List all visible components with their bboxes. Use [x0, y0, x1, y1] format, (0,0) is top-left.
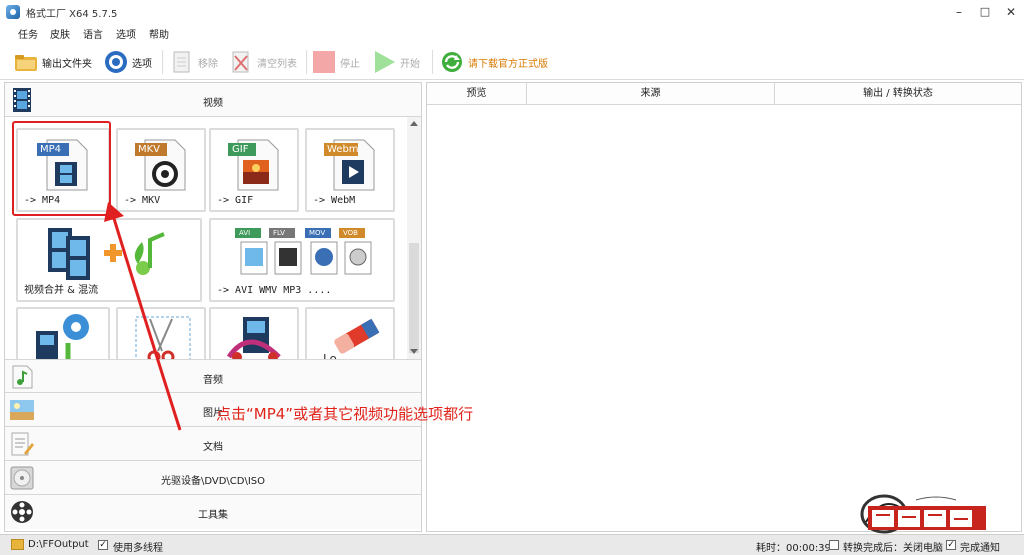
- output-path[interactable]: D:\FFOutput: [28, 539, 89, 550]
- remove-button[interactable]: 移除: [170, 48, 218, 76]
- tile-to-webm[interactable]: Webm -> WebM: [305, 128, 395, 212]
- format-badge-flv: FLV: [273, 229, 285, 237]
- output-folder-button[interactable]: 输出文件夹: [14, 48, 92, 76]
- tile-video-split[interactable]: [209, 307, 299, 359]
- status-bar: D:\FFOutput ✓ 使用多线程 耗时：00:00:39 转换完成后：关闭…: [0, 534, 1024, 555]
- format-badge-mov: MOV: [309, 229, 326, 237]
- start-button[interactable]: 开始: [372, 48, 420, 76]
- notify-checkbox[interactable]: ✓: [946, 540, 956, 550]
- shutdown-after-label: 转换完成后：关闭电脑: [843, 543, 943, 554]
- clear-list-button[interactable]: 清空列表: [229, 48, 297, 76]
- multithread-label: 使用多线程: [113, 543, 163, 554]
- video-audio-icon: [36, 314, 89, 359]
- scroll-down-arrow-icon[interactable]: [410, 349, 418, 354]
- toolbar: 输出文件夹 选项 移除 清空列表 停止 开始 请下载官方正式版: [0, 44, 1024, 80]
- video-grid-scrollbar[interactable]: [407, 117, 421, 359]
- title-bar: 格式工厂 X64 5.7.5 – □ ✕: [0, 0, 1024, 24]
- tile-audio-video-mux[interactable]: [16, 307, 110, 359]
- play-icon: [372, 50, 396, 74]
- tile-badge: Webm: [327, 144, 359, 155]
- toolbar-divider: [162, 50, 163, 74]
- notify-label: 完成通知: [960, 543, 1000, 554]
- scroll-up-arrow-icon[interactable]: [410, 121, 418, 126]
- annotation-text: 点击“MP4”或者其它视频功能选项都行: [216, 405, 474, 423]
- elapsed-time: 耗时：00:00:39: [756, 543, 831, 554]
- task-list-panel: 预览 来源 输出 / 转换状态: [426, 82, 1022, 532]
- toolbar-divider: [432, 50, 433, 74]
- category-document-header[interactable]: 文档: [5, 427, 421, 461]
- tile-to-gif[interactable]: GIF -> GIF: [209, 128, 299, 212]
- tile-badge: GIF: [232, 144, 249, 155]
- svg-text:Lo: Lo: [323, 352, 337, 359]
- clear-list-icon: [229, 50, 253, 74]
- column-source[interactable]: 来源: [527, 83, 775, 105]
- category-audio-header[interactable]: 音频: [5, 359, 421, 393]
- folder-icon: [14, 50, 38, 74]
- menu-bar: 任务 皮肤 语言 选项 帮助: [0, 24, 1024, 42]
- download-official-link[interactable]: 请下载官方正式版: [440, 48, 548, 76]
- scrollbar-thumb[interactable]: [409, 243, 419, 353]
- mp4-highlight-box: [12, 121, 111, 216]
- video-cut-icon: [226, 317, 281, 359]
- annotation-arrow: [104, 202, 182, 431]
- tile-to-avi-wmv[interactable]: AVI FLV MOV VOB -> AVI WMV MP3 ....: [209, 218, 395, 302]
- watermark-seal-logo: [860, 494, 986, 534]
- window-title: 格式工厂 X64 5.7.5: [26, 9, 118, 20]
- multi-format-icon: [235, 228, 372, 275]
- output-folder-icon: [11, 539, 24, 550]
- settings-icon: [104, 50, 128, 74]
- menu-task[interactable]: 任务: [18, 26, 38, 41]
- close-button[interactable]: ✕: [996, 3, 1024, 21]
- format-badge-avi: AVI: [239, 229, 251, 237]
- document-remove-icon: [170, 50, 194, 74]
- category-video-header[interactable]: 视频: [5, 83, 421, 117]
- menu-help[interactable]: 帮助: [149, 26, 169, 41]
- stop-icon: [312, 50, 336, 74]
- multithread-checkbox[interactable]: ✓: [98, 540, 108, 550]
- options-button[interactable]: 选项: [104, 48, 152, 76]
- menu-options[interactable]: 选项: [116, 26, 136, 41]
- refresh-globe-icon: [440, 50, 464, 74]
- app-logo-icon: [6, 5, 20, 19]
- stop-button[interactable]: 停止: [312, 48, 360, 76]
- category-tools-header[interactable]: 工具集: [5, 495, 421, 529]
- app-window: 格式工厂 X64 5.7.5 – □ ✕ 任务 皮肤 语言 选项 帮助 输出文件…: [0, 0, 1024, 555]
- tile-badge: MKV: [138, 144, 161, 155]
- category-rom-device-header[interactable]: 光驱设备\DVD\CD\ISO: [5, 461, 421, 495]
- menu-language[interactable]: 语言: [83, 26, 103, 41]
- menu-skin[interactable]: 皮肤: [50, 26, 70, 41]
- column-preview[interactable]: 预览: [427, 83, 527, 105]
- shutdown-after-checkbox[interactable]: [829, 540, 839, 550]
- toolbar-divider: [306, 50, 307, 74]
- eraser-icon: Lo: [323, 318, 380, 359]
- format-badge-vob: VOB: [343, 229, 358, 237]
- tile-remove-logo[interactable]: Lo: [305, 307, 395, 359]
- column-output-status[interactable]: 输出 / 转换状态: [775, 83, 1021, 105]
